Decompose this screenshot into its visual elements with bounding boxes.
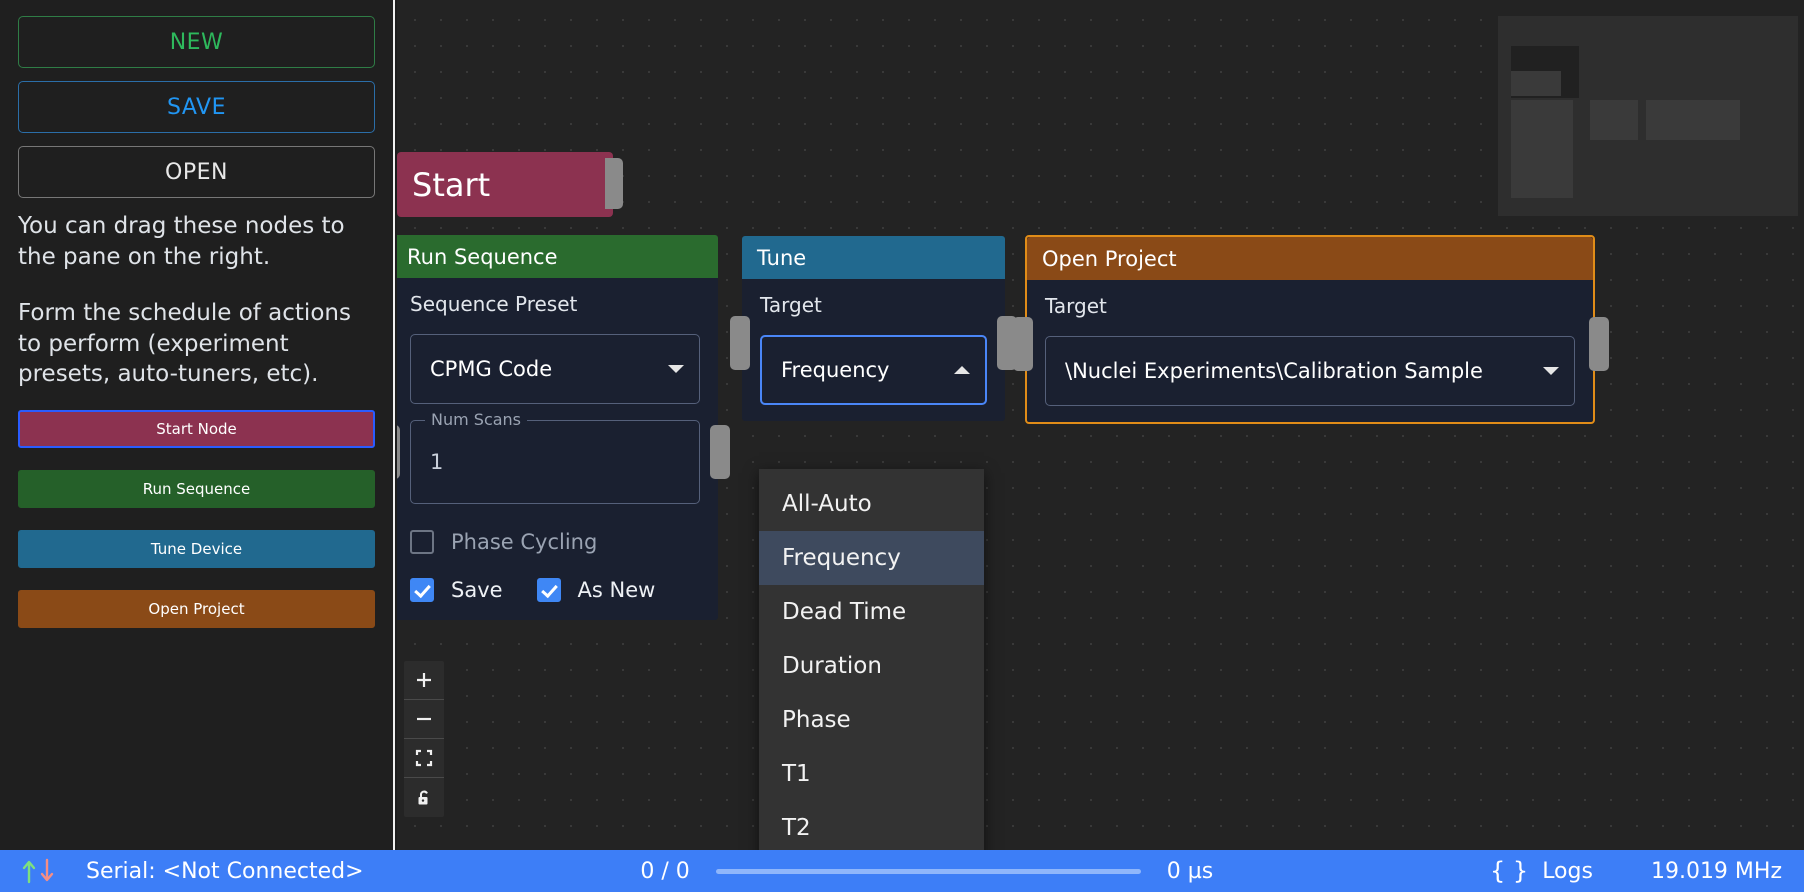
chevron-up-icon (954, 366, 970, 374)
palette-item-run-sequence-label: Run Sequence (142, 479, 251, 498)
palette-item-open-project-label: Open Project (148, 599, 245, 618)
dropdown-option-t1[interactable]: T1 (759, 747, 984, 801)
progress-bar (715, 868, 1141, 874)
new-button-label: NEW (169, 29, 224, 55)
save-button[interactable]: SAVE (18, 81, 375, 133)
palette-item-start-node[interactable]: Start Node (18, 409, 375, 448)
dropdown-option-phase[interactable]: Phase (759, 693, 984, 747)
sequence-preset-select[interactable]: CPMG Code (410, 334, 700, 404)
dropdown-option-label: Duration (782, 653, 882, 679)
tune-target-label: Target (760, 293, 822, 317)
elapsed-time-label: 0 µs (1166, 858, 1214, 884)
scan-count-label: 0 / 0 (640, 858, 690, 884)
sequence-preset-value: CPMG Code (430, 357, 553, 381)
open-project-target-select[interactable]: \Nuclei Experiments\Calibration Sample (1045, 336, 1575, 406)
frequency-label: 19.019 MHz (1650, 858, 1782, 884)
dropdown-option-duration[interactable]: Duration (759, 639, 984, 693)
phase-cycling-checkbox[interactable] (410, 530, 434, 554)
palette-item-start-node-label: Start Node (156, 419, 237, 438)
serial-status-label: Serial: <Not Connected> (86, 858, 364, 884)
zoom-in-icon[interactable] (404, 661, 444, 700)
num-scans-value: 1 (430, 450, 444, 474)
dropdown-option-frequency[interactable]: Frequency (759, 531, 984, 585)
dropdown-option-label: Dead Time (782, 599, 907, 625)
node-run-sequence-output-handle[interactable] (710, 425, 730, 479)
fit-view-icon[interactable] (404, 739, 444, 778)
sidebar-help-text-1: You can drag these nodes to the pane on … (18, 213, 345, 270)
dropdown-option-label: Frequency (782, 545, 901, 571)
transfer-arrows-icon (18, 858, 60, 884)
palette-item-tune-device-label: Tune Device (150, 539, 243, 558)
sequence-preset-label: Sequence Preset (410, 292, 578, 316)
status-bar: Serial: <Not Connected> 0 / 0 0 µs { } L… (0, 850, 1804, 892)
node-run-sequence[interactable]: Run Sequence Sequence Preset CPMG Code N… (397, 235, 730, 620)
num-scans-label: Num Scans (425, 410, 528, 429)
node-start-output-handle[interactable] (605, 158, 623, 209)
dropdown-option-all-auto[interactable]: All-Auto (759, 477, 984, 531)
minimap[interactable] (1498, 16, 1798, 216)
app-root: NEW SAVE OPEN You can drag these nodes t… (0, 0, 1804, 892)
palette-item-tune-device[interactable]: Tune Device (18, 529, 375, 568)
as-new-checkbox[interactable] (536, 578, 561, 602)
save-checkbox[interactable] (410, 578, 434, 602)
dropdown-option-label: T2 (782, 815, 811, 841)
node-tune-header: Tune (742, 236, 1005, 279)
save-button-label: SAVE (167, 94, 226, 120)
tune-target-value: Frequency (781, 358, 890, 382)
palette-item-run-sequence[interactable]: Run Sequence (18, 469, 375, 508)
dropdown-option-label: All-Auto (782, 491, 872, 517)
save-label: Save (451, 578, 503, 602)
open-button[interactable]: OPEN (18, 146, 375, 198)
open-project-target-value: \Nuclei Experiments\Calibration Sample (1065, 359, 1483, 383)
minimap-node-tune (1590, 100, 1638, 140)
sidebar-help-text-2: Form the schedule of actions to perform … (18, 300, 351, 388)
node-run-sequence-title: Run Sequence (407, 244, 558, 269)
node-start-title: Start (412, 165, 491, 204)
node-tune[interactable]: Tune Target Frequency (730, 236, 1017, 421)
chevron-down-icon (1543, 367, 1559, 375)
braces-icon: { } (1490, 857, 1529, 885)
node-tune-body: Target Frequency (742, 279, 1005, 421)
node-open-project-title: Open Project (1042, 246, 1177, 271)
logs-button[interactable]: { } Logs (1490, 857, 1593, 885)
open-button-label: OPEN (165, 159, 228, 185)
phase-cycling-row[interactable]: Phase Cycling (410, 530, 700, 554)
sidebar: NEW SAVE OPEN You can drag these nodes t… (0, 0, 395, 850)
num-scans-field[interactable]: Num Scans 1 (410, 410, 700, 504)
palette-item-open-project[interactable]: Open Project (18, 589, 375, 628)
node-run-sequence-input-handle[interactable] (397, 425, 400, 479)
tune-target-dropdown-menu[interactable]: All-Auto Frequency Dead Time Duration Ph… (759, 469, 984, 850)
logs-label: Logs (1542, 858, 1593, 884)
dropdown-option-t2[interactable]: T2 (759, 801, 984, 850)
node-open-project[interactable]: Open Project Target \Nuclei Experiments\… (1013, 235, 1609, 424)
node-start[interactable]: Start (397, 152, 623, 217)
node-open-project-header: Open Project (1027, 237, 1593, 280)
node-run-sequence-body: Sequence Preset CPMG Code Num Scans 1 Ph… (397, 278, 718, 620)
unlock-icon[interactable] (404, 778, 444, 817)
tune-target-select[interactable]: Frequency (760, 335, 987, 405)
dropdown-option-dead-time[interactable]: Dead Time (759, 585, 984, 639)
node-run-sequence-header: Run Sequence (397, 235, 718, 278)
chevron-down-icon (668, 365, 684, 373)
flow-canvas[interactable]: Start Run Sequence Sequence Preset CPMG … (397, 0, 1804, 850)
node-tune-input-handle[interactable] (730, 316, 750, 370)
zoom-out-icon[interactable] (404, 700, 444, 739)
node-open-project-input-handle[interactable] (1013, 317, 1033, 371)
dropdown-option-label: Phase (782, 707, 851, 733)
new-button[interactable]: NEW (18, 16, 375, 68)
minimap-node-a (1511, 71, 1561, 96)
node-open-project-output-handle[interactable] (1589, 317, 1609, 371)
node-start-header: Start (397, 152, 613, 217)
dropdown-option-label: T1 (782, 761, 811, 787)
node-tune-title: Tune (757, 245, 807, 270)
minimap-node-open-project (1646, 100, 1740, 140)
zoom-controls (404, 661, 444, 817)
save-as-new-row[interactable]: Save As New (410, 578, 700, 602)
minimap-node-run-sequence (1511, 100, 1573, 198)
node-open-project-body: Target \Nuclei Experiments\Calibration S… (1027, 280, 1593, 422)
phase-cycling-label: Phase Cycling (451, 530, 598, 554)
open-project-target-label: Target (1045, 294, 1107, 318)
as-new-label: As New (577, 578, 656, 602)
